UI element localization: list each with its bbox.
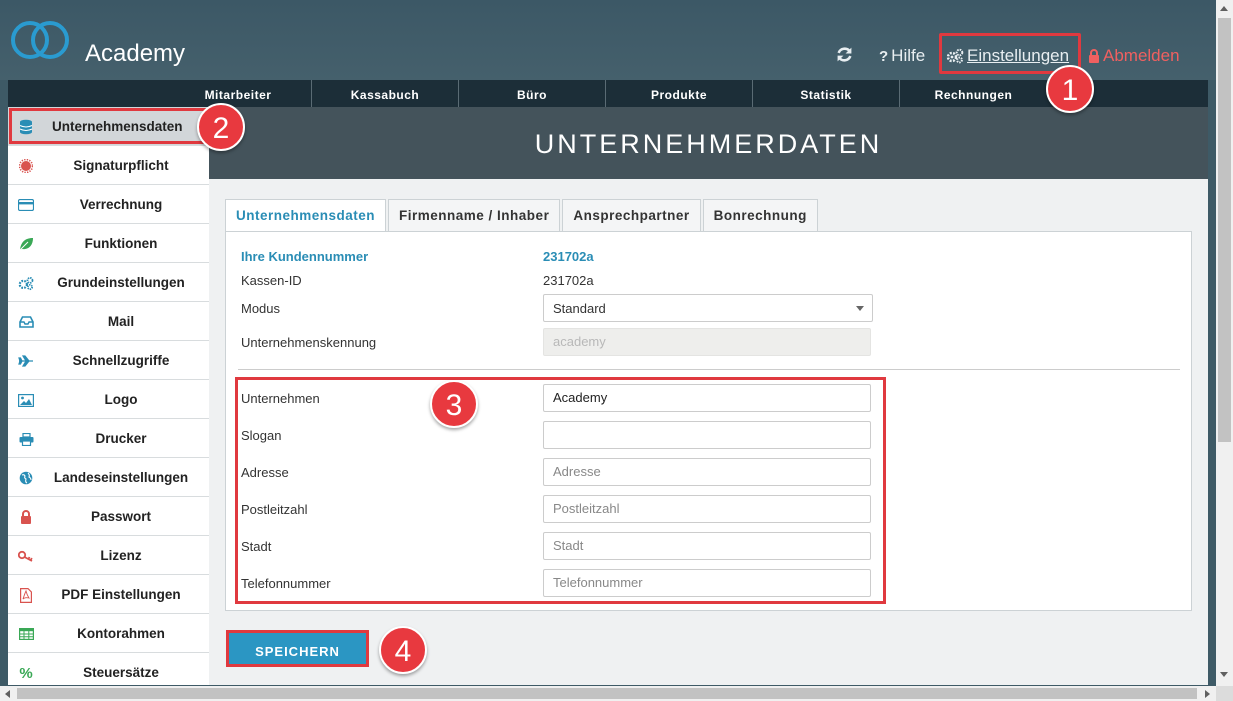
tab-bonrechnung[interactable]: Bonrechnung [702,199,818,232]
help-link[interactable]: ? Hilfe [879,46,925,66]
seal-icon [18,158,34,174]
tab-firmenname-inhaber[interactable]: Firmenname / Inhaber [388,199,561,232]
refresh-button[interactable] [836,46,853,63]
plane-icon [18,353,34,369]
inbox-icon [18,314,34,330]
percent-icon: % [19,664,33,682]
main-content: UNTERNEHMERDATEN Unternehmensdaten Firme… [209,107,1208,685]
form-highlight-box [235,377,886,604]
step-marker-4: 4 [379,626,427,674]
kassen-id-value: 231702a [543,273,594,288]
lock-icon [18,509,34,525]
help-label: Hilfe [891,46,926,65]
sidebar-item-schnellzugriffe[interactable]: Schnellzugriffe [8,341,209,380]
sidebar-item-signaturpflicht[interactable]: Signaturpflicht [8,146,209,185]
kennung-field: academy [543,328,871,356]
page-title: UNTERNEHMERDATEN [209,107,1208,179]
sidebar-item-label: Logo [104,391,138,407]
sidebar-item-label: Verrechnung [79,196,163,212]
scroll-right-icon[interactable] [1205,690,1210,698]
horizontal-scrollbar[interactable] [0,686,1216,701]
sidebar-item-verrechnung[interactable]: Verrechnung [8,185,209,224]
form-panel: Ihre Kundennummer 231702a Kassen-ID 2317… [225,231,1192,611]
sidebar-item-grundeinstellungen[interactable]: Grundeinstellungen [8,263,209,302]
kennung-label: Unternehmenskennung [241,335,377,350]
tab-ansprechpartner[interactable]: Ansprechpartner [562,199,701,232]
globe-icon [18,470,34,486]
sidebar-item-label: Signaturpflicht [73,157,169,173]
gears-icon [18,275,34,291]
credit-card-icon [18,197,34,213]
step-marker-1: 1 [1046,65,1094,113]
sidebar-item-label: Kontorahmen [77,625,165,641]
sidebar-item-label: Funktionen [84,235,158,251]
sidebar-item-label: Lizenz [100,547,142,563]
modus-label: Modus [241,301,281,316]
nav-item-buero[interactable]: Büro [459,80,606,107]
sidebar-item-drucker[interactable]: Drucker [8,419,209,458]
sidebar-item-label: Landeseinstellungen [53,469,189,485]
kassen-id-label: Kassen-ID [241,273,302,288]
academy-logo-icon [11,21,69,59]
sidebar-item-kontorahmen[interactable]: Kontorahmen [8,614,209,653]
sidebar-item-steuersaetze[interactable]: % Steuersätze [8,653,209,685]
nav-item-rechnungen[interactable]: Rechnungen [900,80,1047,107]
sidebar-item-pdf-einstellungen[interactable]: PDF Einstellungen [8,575,209,614]
logout-label: Abmelden [1103,46,1180,65]
question-icon: ? [879,47,889,65]
sidebar-item-label: Drucker [95,430,147,446]
sidebar-item-logo[interactable]: Logo [8,380,209,419]
leaf-icon [18,236,34,252]
key-icon [18,548,34,564]
step-marker-3: 3 [430,380,478,428]
nav-item-statistik[interactable]: Statistik [753,80,900,107]
sidebar-item-label: Steuersätze [83,664,159,680]
modus-value: Standard [553,301,606,316]
image-icon [18,392,34,408]
scroll-down-icon[interactable] [1220,672,1228,677]
scrollbar-corner [1216,686,1233,701]
sidebar-item-mail[interactable]: Mail [8,302,209,341]
nav-item-produkte[interactable]: Produkte [606,80,753,107]
tab-unternehmensdaten[interactable]: Unternehmensdaten [225,199,387,232]
step-marker-2: 2 [197,103,245,151]
sidebar-item-label: Passwort [90,508,152,524]
table-icon [18,626,34,642]
scroll-up-icon[interactable] [1220,6,1228,11]
sidebar-item-funktionen[interactable]: Funktionen [8,224,209,263]
sidebar-item-label: Schnellzugriffe [72,352,170,368]
nav-item-kassabuch[interactable]: Kassabuch [312,80,459,107]
sidebar-item-landeseinstellungen[interactable]: Landeseinstellungen [8,458,209,497]
settings-sidebar: Unternehmensdaten Signaturpflicht Verrec… [8,107,209,685]
modus-select[interactable]: Standard [543,294,873,322]
pdf-icon [18,587,34,603]
printer-icon [18,431,34,447]
vertical-scroll-thumb[interactable] [1218,18,1231,442]
chevron-down-icon [856,306,864,311]
main-nav: Mitarbeiter Kassabuch Büro Produkte Stat… [8,80,1208,107]
horizontal-scroll-thumb[interactable] [17,688,1197,699]
tab-bar: Unternehmensdaten Firmenname / Inhaber A… [225,199,818,232]
refresh-icon [837,47,852,62]
kundennummer-label: Ihre Kundennummer [241,249,369,264]
sidebar-item-passwort[interactable]: Passwort [8,497,209,536]
sidebar-item-label: Grundeinstellungen [57,274,185,290]
logout-link[interactable]: Abmelden [1088,46,1180,66]
nav-item-mitarbeiter[interactable]: Mitarbeiter [165,80,312,107]
scroll-left-icon[interactable] [5,690,10,698]
sidebar-item-label: PDF Einstellungen [61,586,181,602]
form-divider [238,369,1180,370]
lock-icon [1089,49,1099,63]
sidebar-item-lizenz[interactable]: Lizenz [8,536,209,575]
save-button[interactable]: SPEICHERN [226,630,369,667]
sidebar-item-label: Mail [107,313,135,329]
app-title: Academy [85,40,186,67]
kundennummer-value: 231702a [543,249,594,264]
sidebar-highlight-box [9,108,207,144]
vertical-scrollbar[interactable] [1216,0,1233,686]
